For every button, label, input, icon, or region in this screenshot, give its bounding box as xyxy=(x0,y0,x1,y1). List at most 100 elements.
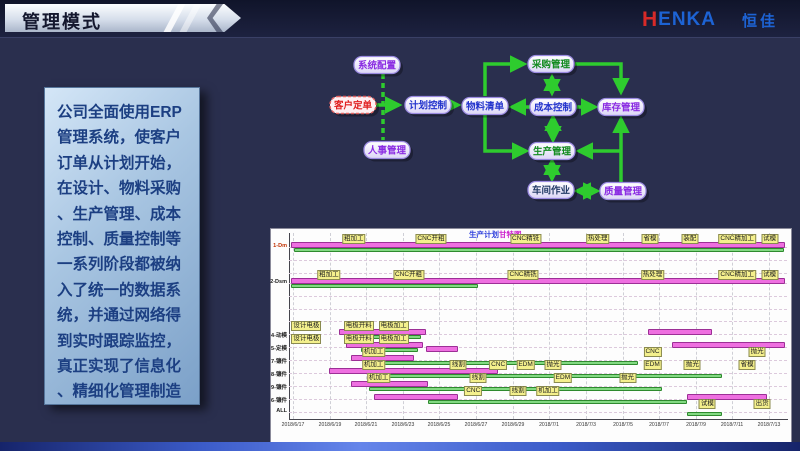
gantt-date-label: 2018/6/29 xyxy=(501,422,524,427)
node-bom: 物料清单 xyxy=(462,98,511,118)
banner-notch xyxy=(207,4,223,32)
gantt-date-label: 2018/6/21 xyxy=(355,422,378,427)
gantt-task-chip: CNC xyxy=(643,347,661,357)
gantt-row-gridline xyxy=(289,296,787,297)
gantt-row-label: 1-Dm xyxy=(259,243,287,249)
intro-text: 公司全面使用ERP 管理系统，使客户 订单从计划开始， 在设计、物料采购 、生产… xyxy=(45,88,199,405)
gantt-task-chip: EDM xyxy=(516,360,534,370)
gantt-task-chip: 机加工 xyxy=(367,373,391,383)
gantt-task-chip: 机加工 xyxy=(362,360,386,370)
node-quality: 质量管理 xyxy=(600,183,649,203)
gantt-task-chip: 试模 xyxy=(761,270,778,280)
gantt-task-chip: 出货 xyxy=(754,399,771,409)
gantt-date-label: 2018/6/23 xyxy=(391,422,414,427)
presentation-slide: 管理模式 HENKA 恒佳 公司全面使用ERP 管理系统，使客户 订单从计划开始… xyxy=(0,0,800,451)
node-hr-management: 人事管理 xyxy=(364,142,413,162)
gantt-bar xyxy=(371,374,722,378)
intro-text-panel: 公司全面使用ERP 管理系统，使客户 订单从计划开始， 在设计、物料采购 、生产… xyxy=(44,87,200,405)
gantt-task-chip: CNC精加工 xyxy=(718,234,756,244)
svg-text:生产管理: 生产管理 xyxy=(533,146,572,158)
gantt-task-chip: 线割 xyxy=(510,386,527,396)
node-production: 生产管理 xyxy=(529,143,578,163)
gantt-task-chip: 设计电极 xyxy=(291,321,321,331)
gantt-bar xyxy=(294,248,785,252)
gantt-chart: 生产计划甘特图 2018/6/172018/6/192018/6/212018/… xyxy=(270,228,792,443)
svg-text:库存管理: 库存管理 xyxy=(601,102,641,114)
gantt-task-chip: 机加工 xyxy=(362,347,386,357)
gantt-date-label: 2018/7/7 xyxy=(649,422,669,427)
gantt-task-chip: 试模 xyxy=(761,234,778,244)
svg-text:采购管理: 采购管理 xyxy=(531,59,571,71)
svg-text:质量管理: 质量管理 xyxy=(604,186,643,198)
gantt-date-label: 2018/6/27 xyxy=(465,422,488,427)
gantt-task-chip: CNC精加工 xyxy=(718,270,756,280)
flow-nodes: 系统配置 客户定单 计划控制 物料清单 成本控制 xyxy=(330,56,649,203)
svg-text:人事管理: 人事管理 xyxy=(368,145,407,157)
svg-text:物料清单: 物料清单 xyxy=(466,101,505,113)
gantt-task-chip: 线割 xyxy=(470,373,487,383)
gantt-row-gridline xyxy=(289,260,787,261)
gantt-task-chip: 线割 xyxy=(450,360,467,370)
logo-chinese-text: 恒佳 xyxy=(742,10,778,31)
gantt-task-chip: 抛光 xyxy=(619,373,636,383)
svg-text:客户定单: 客户定单 xyxy=(333,100,373,112)
gantt-bar xyxy=(672,342,784,348)
gantt-task-chip: 抛光 xyxy=(544,360,561,370)
gantt-date-label: 2018/7/9 xyxy=(686,422,706,427)
flow-connectors xyxy=(376,64,621,191)
gantt-date-label: 2018/6/25 xyxy=(428,422,451,427)
gantt-task-chip: 粗加工 xyxy=(317,270,341,280)
gantt-row-label: ALL xyxy=(259,408,287,414)
gantt-y-axis xyxy=(289,233,290,420)
gantt-date-label: 2018/7/13 xyxy=(758,422,781,427)
gantt-task-chip: CNC精铣 xyxy=(508,270,539,280)
gantt-date-label: 2018/7/1 xyxy=(539,422,559,427)
gantt-task-chip: 电极开料 xyxy=(344,334,374,344)
gantt-title-part1: 生产计划 xyxy=(469,230,499,239)
gantt-task-chip: CNC开粗 xyxy=(393,270,424,280)
gantt-row-label: 2-Dsm xyxy=(259,279,287,285)
gantt-task-chip: 电极开料 xyxy=(344,321,374,331)
gantt-row-label: 5-定模 xyxy=(259,343,287,351)
gantt-task-chip: 粗加工 xyxy=(342,234,366,244)
gantt-bar xyxy=(648,329,713,335)
gantt-task-chip: 设计电极 xyxy=(291,334,321,344)
title-banner: 管理模式 xyxy=(5,4,241,32)
gantt-date-label: 2018/7/5 xyxy=(613,422,633,427)
gantt-date-label: 2018/7/3 xyxy=(576,422,596,427)
gantt-task-chip: EDM xyxy=(643,360,661,370)
node-plan-control: 计划控制 xyxy=(405,97,454,117)
node-purchasing: 采购管理 xyxy=(528,56,577,76)
gantt-task-chip: 电极加工 xyxy=(379,334,409,344)
gantt-task-chip: CNC xyxy=(464,386,482,396)
gantt-task-chip: 热处理 xyxy=(641,270,665,280)
gantt-bar xyxy=(687,412,722,416)
gantt-task-chip: 装配 xyxy=(681,234,698,244)
gantt-task-chip: 热处理 xyxy=(586,234,610,244)
gantt-task-chip: 抛光 xyxy=(684,360,701,370)
arrow-caigou-kucun xyxy=(575,64,621,92)
gantt-bar xyxy=(291,284,478,288)
gantt-task-chip: EDM xyxy=(554,373,572,383)
gantt-task-chip: 机加工 xyxy=(536,386,560,396)
svg-text:车间作业: 车间作业 xyxy=(532,185,571,197)
svg-text:成本控制: 成本控制 xyxy=(534,102,573,114)
gantt-task-chip: 抛光 xyxy=(749,347,766,357)
top-bar: 管理模式 HENKA 恒佳 xyxy=(0,0,800,38)
gantt-row-label: 6-镶件 xyxy=(259,395,287,403)
gantt-task-chip: CNC xyxy=(489,360,507,370)
arrow-wuliao-caigou xyxy=(485,64,524,96)
gantt-task-chip: 省模 xyxy=(642,234,659,244)
gantt-date-label: 2018/6/17 xyxy=(282,422,305,427)
gantt-task-chip: 电极加工 xyxy=(379,321,409,331)
svg-text:系统配置: 系统配置 xyxy=(358,60,397,72)
gantt-bar xyxy=(426,346,458,352)
erp-flowchart: 系统配置 客户定单 计划控制 物料清单 成本控制 xyxy=(300,45,760,223)
node-customer-order: 客户定单 xyxy=(330,97,379,117)
henka-logo: HENKA 恒佳 xyxy=(642,8,778,32)
gantt-task-chip: 试模 xyxy=(699,399,716,409)
gantt-date-label: 2018/7/11 xyxy=(721,422,743,427)
node-inventory: 库存管理 xyxy=(598,99,647,119)
gantt-x-axis xyxy=(289,419,788,420)
svg-text:计划控制: 计划控制 xyxy=(409,100,448,112)
